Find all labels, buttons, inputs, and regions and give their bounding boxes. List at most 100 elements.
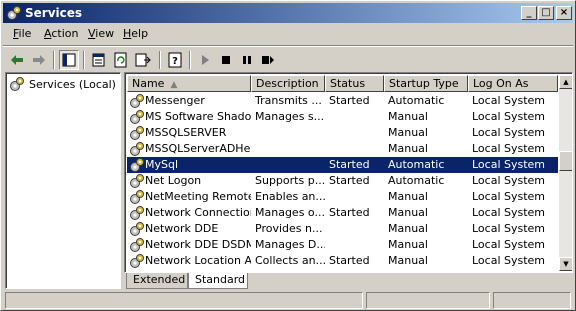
service-description: Enables an...	[255, 190, 325, 203]
stop-service-button[interactable]	[216, 50, 236, 70]
start-service-icon	[202, 55, 209, 65]
tree-pane[interactable]: Services (Local)	[5, 72, 121, 289]
menu-view[interactable]: View	[88, 27, 114, 40]
menu-help-label: elp	[131, 27, 149, 40]
service-name: Network DDE	[145, 222, 219, 235]
status-bar	[3, 292, 573, 310]
maximize-button[interactable]: □	[538, 6, 554, 20]
export-list-icon	[135, 53, 151, 67]
pause-service-button[interactable]	[237, 50, 257, 70]
service-name: MySql	[145, 158, 179, 171]
window-title: Services	[25, 6, 83, 20]
service-name: Messenger	[145, 94, 205, 107]
menu-file[interactable]: File	[13, 27, 31, 40]
pause-service-icon	[243, 56, 251, 64]
service-description: Manages o...	[255, 206, 325, 219]
properties-button[interactable]	[89, 50, 109, 70]
scroll-thumb[interactable]	[559, 151, 572, 171]
column-header-status[interactable]: Status	[325, 75, 384, 92]
restart-service-button[interactable]	[258, 50, 278, 70]
service-name: Net Logon	[145, 174, 202, 187]
service-status: Started	[329, 94, 370, 107]
service-row[interactable]: Network Connections Manages o... Started Ma…	[127, 205, 558, 221]
service-log-on-as: Local System	[472, 158, 546, 171]
column-header-log-on-as[interactable]: Log On As	[468, 75, 558, 92]
service-name: MS Software Shado...	[145, 110, 251, 123]
service-log-on-as: Local System	[472, 174, 546, 187]
service-log-on-as: Local System	[472, 142, 546, 155]
service-row[interactable]: MySql Started Automatic Local System	[127, 157, 558, 173]
refresh-icon	[114, 52, 127, 68]
service-row[interactable]: Network DDE Provides n... Manual Local Syst…	[127, 221, 558, 237]
service-log-on-as: Local System	[472, 126, 546, 139]
service-startup-type: Manual	[388, 190, 428, 203]
forward-button[interactable]	[29, 50, 49, 70]
service-startup-type: Manual	[388, 142, 428, 155]
service-row[interactable]: MSSQLSERVER Manual Local System	[127, 125, 558, 141]
start-service-button[interactable]	[195, 50, 215, 70]
service-row[interactable]: Network DDE DSDM Manages D... Manual Local …	[127, 237, 558, 253]
menu-file-label: ile	[18, 27, 32, 40]
scroll-down-button[interactable]: ▼	[559, 257, 572, 271]
services-list[interactable]: Name ▲ Description Status Startup Type Lo…	[124, 72, 573, 273]
service-startup-type: Manual	[388, 206, 428, 219]
service-status: Started	[329, 206, 370, 219]
toolbar-separator	[53, 51, 55, 69]
service-description: Manages D...	[255, 238, 325, 251]
scroll-up-button[interactable]: ▲	[559, 75, 572, 89]
service-gear-icon	[130, 238, 144, 252]
service-row[interactable]: MSSQLServerADHel... Manual Local System	[127, 141, 558, 157]
service-log-on-as: Local System	[472, 238, 546, 251]
service-name: Network Connections	[145, 206, 251, 219]
column-header-description[interactable]: Description	[251, 75, 325, 92]
column-header-startup-type[interactable]: Startup Type	[384, 75, 468, 92]
service-startup-type: Manual	[388, 254, 428, 267]
service-row[interactable]: Net Logon Supports p... Started Automatic Lo…	[127, 173, 558, 189]
column-header-name[interactable]: Name ▲	[127, 75, 251, 92]
service-startup-type: Manual	[388, 238, 428, 251]
service-gear-icon	[130, 206, 144, 220]
toolbar-separator	[83, 51, 85, 69]
show-hide-tree-button[interactable]	[59, 50, 79, 70]
service-log-on-as: Local System	[472, 222, 546, 235]
help-icon: ?	[168, 52, 182, 68]
services-window: Services _ □ × File Action View Help ? S…	[0, 0, 576, 311]
services-gear-icon	[10, 77, 24, 91]
service-log-on-as: Local System	[472, 110, 546, 123]
service-gear-icon	[130, 142, 144, 156]
service-gear-icon	[130, 174, 144, 188]
service-status: Started	[329, 254, 370, 267]
sort-ascending-icon: ▲	[170, 80, 178, 90]
service-row[interactable]: NetMeeting Remote... Enables an... Manual L…	[127, 189, 558, 205]
menu-action[interactable]: Action	[44, 27, 78, 40]
close-button[interactable]: ×	[556, 6, 572, 20]
help-button[interactable]: ?	[165, 50, 185, 70]
title-bar[interactable]: Services _ □ ×	[3, 3, 573, 23]
tab-standard[interactable]: Standard	[188, 273, 248, 289]
service-log-on-as: Local System	[472, 206, 546, 219]
service-gear-icon	[130, 222, 144, 236]
service-row[interactable]: MS Software Shado... Manages s... Manual Lo…	[127, 109, 558, 125]
tree-item-label: Services (Local)	[29, 77, 116, 91]
service-row[interactable]: Messenger Transmits ... Started Automatic Lo…	[127, 93, 558, 109]
service-status: Started	[329, 158, 370, 171]
refresh-button[interactable]	[111, 50, 131, 70]
service-startup-type: Manual	[388, 126, 428, 139]
service-startup-type: Manual	[388, 110, 428, 123]
menu-help[interactable]: Help	[123, 27, 148, 40]
status-panel-main	[5, 292, 363, 309]
service-name: Network DDE DSDM	[145, 238, 251, 251]
service-name: NetMeeting Remote...	[145, 190, 251, 203]
tree-item-services-local[interactable]: Services (Local)	[9, 76, 116, 92]
service-name: MSSQLSERVER	[145, 126, 227, 139]
service-gear-icon	[130, 190, 144, 204]
minimize-button[interactable]: _	[521, 6, 537, 20]
tab-extended[interactable]: Extended	[126, 273, 188, 289]
service-description: Transmits ...	[255, 94, 322, 107]
vertical-scrollbar[interactable]: ▲ ▼	[559, 75, 572, 271]
export-list-button[interactable]	[133, 50, 153, 70]
service-description: Supports p...	[255, 174, 325, 187]
service-startup-type: Automatic	[388, 158, 445, 171]
back-button[interactable]	[7, 50, 27, 70]
service-row[interactable]: Network Location A... Collects an... Start…	[127, 253, 558, 269]
